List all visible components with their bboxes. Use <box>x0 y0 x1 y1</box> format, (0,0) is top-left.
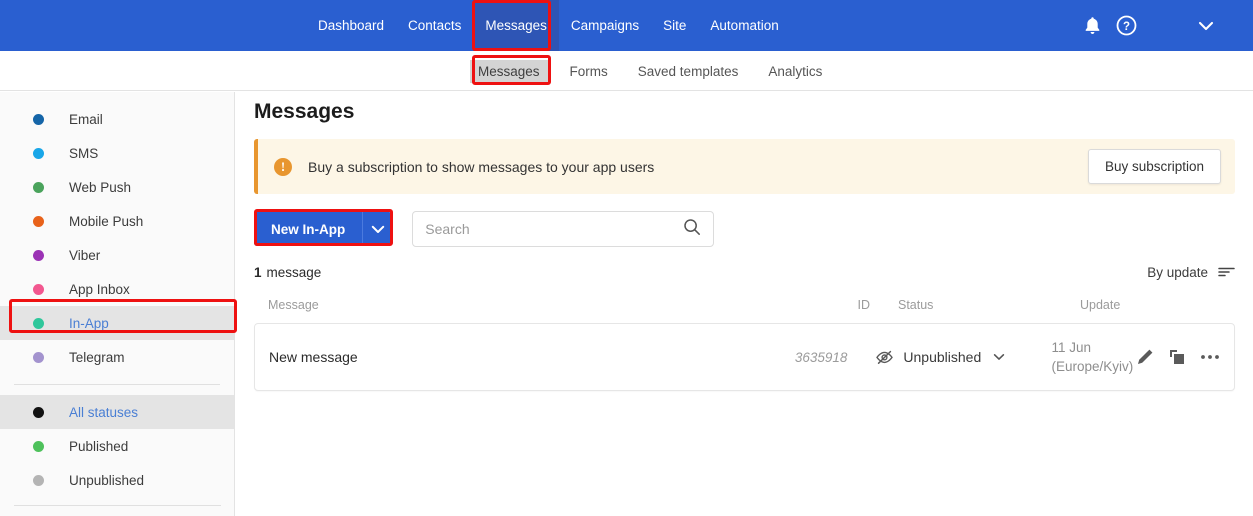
status-dot-unpublished <box>33 474 44 486</box>
new-in-app-button-group[interactable]: New In-App <box>254 212 393 246</box>
topnav-item-dashboard[interactable]: Dashboard <box>306 0 396 51</box>
sidebar-item-label: Viber <box>69 247 101 263</box>
topnav-item-messages[interactable]: Messages <box>473 0 559 51</box>
sub-navigation-bar: Messages Forms Saved templates Analytics <box>0 51 1253 91</box>
row-status-cell: Unpublished <box>847 349 1021 365</box>
sidebar-divider <box>14 384 220 385</box>
help-icon[interactable]: ? <box>1109 9 1143 43</box>
column-header-message: Message <box>268 298 319 312</box>
sort-icon[interactable] <box>1218 266 1235 278</box>
sub-nav-items: Messages Forms Saved templates Analytics <box>470 51 844 91</box>
status-dot-published <box>33 440 44 452</box>
chevron-down-icon[interactable] <box>362 212 393 246</box>
tab-analytics[interactable]: Analytics <box>760 60 830 83</box>
more-icon[interactable] <box>1200 354 1220 360</box>
column-header-id: ID <box>857 298 871 312</box>
table-row[interactable]: New message 3635918 Unpublished 11 Jun (… <box>254 323 1235 391</box>
sidebar-item-telegram[interactable]: Telegram <box>0 340 234 374</box>
message-count-number: 1 <box>254 264 262 280</box>
sidebar-item-email[interactable]: Email <box>0 102 234 136</box>
channel-dot-web-push <box>33 181 44 193</box>
channel-dot-mobile-push <box>33 215 44 227</box>
sidebar-item-label: SMS <box>69 145 99 161</box>
channel-dot-sms <box>33 147 44 159</box>
search-input[interactable] <box>425 221 684 237</box>
sidebar-item-sms[interactable]: SMS <box>0 136 234 170</box>
row-update-cell: 11 Jun (Europe/Kyiv) <box>1021 338 1136 376</box>
sidebar-item-viber[interactable]: Viber <box>0 238 234 272</box>
row-actions <box>1136 348 1220 366</box>
status-dropdown[interactable]: Unpublished <box>875 349 1021 365</box>
new-in-app-button[interactable]: New In-App <box>254 212 363 246</box>
status-dot-all <box>33 406 44 418</box>
message-count-label: message <box>266 264 322 280</box>
sidebar-item-label: Web Push <box>69 179 132 195</box>
channel-dot-telegram <box>33 351 44 363</box>
channel-dot-email <box>33 113 44 125</box>
topnav-item-site[interactable]: Site <box>651 0 698 51</box>
topnav-item-automation[interactable]: Automation <box>698 0 790 51</box>
search-icon[interactable] <box>683 218 701 241</box>
chevron-down-icon[interactable] <box>993 353 1005 361</box>
count-and-sort-row: 1 message By update <box>254 262 1235 282</box>
sidebar-item-label: App Inbox <box>69 281 130 297</box>
topnav-item-campaigns[interactable]: Campaigns <box>559 0 651 51</box>
sidebar-bottom-divider <box>14 505 221 506</box>
row-update-date: 11 Jun <box>1051 340 1091 355</box>
top-nav-items: Dashboard Contacts Messages Campaigns Si… <box>306 0 791 51</box>
status-label: Unpublished <box>903 349 982 365</box>
sidebar: Email SMS Web Push Mobile Push Viber App… <box>0 92 235 516</box>
sidebar-item-unpublished[interactable]: Unpublished <box>0 463 234 497</box>
sidebar-item-published[interactable]: Published <box>0 429 234 463</box>
sidebar-item-app-inbox[interactable]: App Inbox <box>0 272 234 306</box>
eye-slash-icon <box>875 350 894 365</box>
tab-forms[interactable]: Forms <box>562 60 616 83</box>
svg-text:?: ? <box>1122 21 1129 33</box>
topnav-item-contacts[interactable]: Contacts <box>396 0 473 51</box>
toolbar: New In-App <box>254 211 1235 247</box>
channel-dot-in-app <box>33 317 44 329</box>
channel-dot-app-inbox <box>33 283 44 295</box>
channel-dot-viber <box>33 249 44 261</box>
topbar-right-actions: ? <box>1075 0 1253 51</box>
sidebar-item-all-statuses[interactable]: All statuses <box>0 395 234 429</box>
column-header-status: Status <box>898 298 934 312</box>
sidebar-item-label: Email <box>69 111 103 127</box>
sidebar-item-web-push[interactable]: Web Push <box>0 170 234 204</box>
tab-saved-templates[interactable]: Saved templates <box>630 60 747 83</box>
sidebar-item-label: Mobile Push <box>69 213 144 229</box>
row-update-timezone: (Europe/Kyiv) <box>1051 359 1134 374</box>
search-box[interactable] <box>412 211 715 247</box>
sidebar-item-label: Unpublished <box>69 472 145 488</box>
column-header-update: Update <box>1080 298 1121 312</box>
sidebar-item-label: Telegram <box>69 349 125 365</box>
bell-icon[interactable] <box>1075 9 1109 43</box>
main-content: Messages ! Buy a subscription to show me… <box>236 92 1253 516</box>
sidebar-item-label: Published <box>69 438 129 454</box>
sidebar-item-in-app[interactable]: In-App <box>0 306 234 340</box>
sort-control[interactable]: By update <box>1147 265 1235 280</box>
banner-message: Buy a subscription to show messages to y… <box>308 158 655 175</box>
top-navigation-bar: Dashboard Contacts Messages Campaigns Si… <box>0 0 1253 51</box>
duplicate-icon[interactable] <box>1168 348 1186 366</box>
sidebar-item-label: All statuses <box>69 404 139 420</box>
tab-messages[interactable]: Messages <box>470 59 548 83</box>
buy-subscription-button[interactable]: Buy subscription <box>1087 149 1221 184</box>
table-header: Message ID Status Update <box>254 290 1235 320</box>
alert-icon: ! <box>274 157 292 176</box>
sort-label: By update <box>1147 264 1208 280</box>
sidebar-item-label: In-App <box>69 315 109 331</box>
row-message-id: 3635918 <box>794 349 848 365</box>
page-title: Messages <box>254 100 355 123</box>
edit-icon[interactable] <box>1136 348 1154 366</box>
row-message-name: New message <box>269 349 358 365</box>
subscription-banner: ! Buy a subscription to show messages to… <box>254 139 1235 194</box>
sidebar-top-spacer <box>0 92 234 102</box>
chevron-down-icon[interactable] <box>1189 9 1223 43</box>
sidebar-item-mobile-push[interactable]: Mobile Push <box>0 204 234 238</box>
